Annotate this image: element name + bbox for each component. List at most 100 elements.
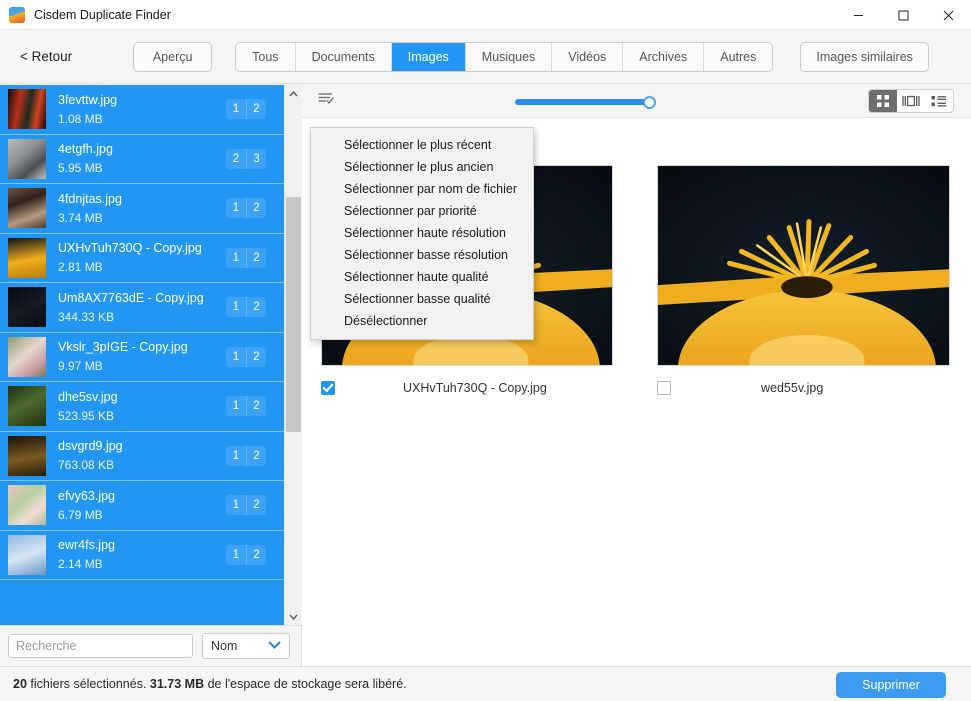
tab-images[interactable]: Images: [392, 43, 466, 71]
file-list-item[interactable]: efvy63.jpg6.79 MB12: [0, 481, 284, 531]
tab-videos[interactable]: Vidéos: [552, 43, 623, 71]
menu-item[interactable]: Sélectionner basse résolution: [311, 244, 533, 266]
minimize-icon[interactable]: [836, 0, 881, 30]
duplicate-count-badge[interactable]: 12: [226, 495, 266, 515]
duplicate-count-badge[interactable]: 12: [226, 347, 266, 367]
count-cell-b: 2: [246, 297, 266, 317]
duplicate-count-badge[interactable]: 23: [226, 149, 266, 169]
file-size: 2.81 MB: [58, 260, 226, 274]
gallery-checkbox[interactable]: [321, 381, 335, 395]
file-meta: Um8AX7763dE - Copy.jpg344.33 KB: [58, 291, 226, 324]
count-cell-b: 2: [246, 347, 266, 367]
chevron-down-icon: [268, 640, 281, 652]
search-input[interactable]: [8, 634, 193, 658]
file-meta: Vkslr_3pIGE - Copy.jpg9.97 MB: [58, 340, 226, 373]
file-size: 9.97 MB: [58, 359, 226, 373]
slider-track: [515, 99, 653, 105]
thumbnail-size-slider[interactable]: [515, 97, 653, 107]
freed-space-label: de l'espace de stockage sera libéré.: [208, 677, 407, 691]
file-thumbnail: [8, 485, 46, 525]
menu-item[interactable]: Sélectionner haute résolution: [311, 222, 533, 244]
selection-dropdown-menu[interactable]: Sélectionner le plus récentSélectionner …: [310, 127, 534, 340]
file-meta: ewr4fs.jpg2.14 MB: [58, 538, 226, 571]
file-list-scrollbar[interactable]: [284, 85, 301, 625]
file-list-item[interactable]: dhe5sv.jpg 523.95 KB12: [0, 382, 284, 432]
menu-item[interactable]: Désélectionner: [311, 310, 533, 332]
file-name: dhe5sv.jpg: [58, 390, 226, 404]
file-list-item[interactable]: Vkslr_3pIGE - Copy.jpg9.97 MB12: [0, 333, 284, 383]
list-view-icon[interactable]: [925, 90, 953, 112]
count-cell-a: 2: [226, 149, 246, 169]
menu-item[interactable]: Sélectionner le plus ancien: [311, 156, 533, 178]
file-list-item[interactable]: 4fdnjtas.jpg3.74 MB12: [0, 184, 284, 234]
file-meta: 4etgfh.jpg5.95 MB: [58, 142, 226, 175]
close-icon[interactable]: [926, 0, 971, 30]
count-cell-a: 1: [226, 198, 246, 218]
maximize-icon[interactable]: [881, 0, 926, 30]
duplicate-count-badge[interactable]: 12: [226, 198, 266, 218]
file-list-item[interactable]: ewr4fs.jpg2.14 MB12: [0, 531, 284, 581]
duplicate-count-badge[interactable]: 12: [226, 545, 266, 565]
file-size: 2.14 MB: [58, 557, 226, 571]
delete-button[interactable]: Supprimer: [836, 672, 946, 698]
file-list-item[interactable]: Um8AX7763dE - Copy.jpg344.33 KB12: [0, 283, 284, 333]
menu-item[interactable]: Sélectionner basse qualité: [311, 288, 533, 310]
grid-view-icon[interactable]: [869, 90, 897, 112]
search-bar: Nom: [0, 625, 302, 666]
file-list-item[interactable]: UXHvTuh730Q - Copy.jpg 2.81 MB12: [0, 234, 284, 284]
file-list-item[interactable]: 4etgfh.jpg5.95 MB23: [0, 135, 284, 185]
count-cell-a: 1: [226, 446, 246, 466]
file-meta: dsvgrd9.jpg763.08 KB: [58, 439, 226, 472]
count-cell-b: 2: [246, 248, 266, 268]
filmstrip-view-icon[interactable]: [897, 90, 925, 112]
freed-size: 31.73 MB: [150, 677, 204, 691]
file-size: 6.79 MB: [58, 508, 226, 522]
file-thumbnail: [8, 535, 46, 575]
file-list-item[interactable]: 3fevttw.jpg1.08 MB12: [0, 85, 284, 135]
scrollbar-thumb[interactable]: [286, 197, 301, 432]
menu-item[interactable]: Sélectionner par nom de fichier: [311, 178, 533, 200]
slider-knob[interactable]: [643, 96, 656, 109]
scroll-up-arrow-icon[interactable]: [285, 85, 302, 102]
file-size: 523.95 KB: [58, 409, 226, 423]
duplicate-count-badge[interactable]: 12: [226, 248, 266, 268]
duplicate-count-badge[interactable]: 12: [226, 396, 266, 416]
file-list-item[interactable]: dsvgrd9.jpg763.08 KB12: [0, 432, 284, 482]
count-cell-b: 2: [246, 99, 266, 119]
list-check-icon[interactable]: [318, 92, 335, 111]
scroll-down-arrow-icon[interactable]: [285, 608, 302, 625]
duplicate-count-badge[interactable]: 12: [226, 297, 266, 317]
tab-autres[interactable]: Autres: [704, 43, 772, 71]
count-cell-b: 2: [246, 446, 266, 466]
back-button[interactable]: < Retour: [20, 49, 72, 64]
status-bar: 20 fichiers sélectionnés. 31.73 MB de l'…: [0, 666, 971, 701]
window-controls: [836, 0, 971, 30]
menu-item[interactable]: Sélectionner le plus récent: [311, 134, 533, 156]
file-name: 4fdnjtas.jpg: [58, 192, 226, 206]
file-list[interactable]: 3fevttw.jpg1.08 MB124etgfh.jpg5.95 MB234…: [0, 85, 284, 625]
tab-documents[interactable]: Documents: [296, 43, 392, 71]
menu-item[interactable]: Sélectionner haute qualité: [311, 266, 533, 288]
sort-dropdown[interactable]: Nom: [202, 633, 290, 659]
gallery-caption-row: wed55v.jpg: [657, 381, 950, 395]
gallery-item[interactable]: wed55v.jpg: [657, 165, 950, 366]
count-cell-b: 2: [246, 198, 266, 218]
content-toolbar: [302, 85, 971, 118]
view-mode-group: [868, 89, 954, 113]
image-thumbnail[interactable]: [657, 165, 950, 366]
preview-button[interactable]: Aperçu: [133, 42, 212, 72]
gallery-checkbox[interactable]: [657, 381, 671, 395]
duplicate-count-badge[interactable]: 12: [226, 99, 266, 119]
menu-item[interactable]: Sélectionner par priorité: [311, 200, 533, 222]
count-cell-a: 1: [226, 545, 246, 565]
file-size: 1.08 MB: [58, 112, 226, 126]
tab-archives[interactable]: Archives: [623, 43, 704, 71]
gallery-caption: UXHvTuh730Q - Copy.jpg: [403, 381, 547, 395]
tab-tous[interactable]: Tous: [236, 43, 295, 71]
duplicate-count-badge[interactable]: 12: [226, 446, 266, 466]
tab-musiques[interactable]: Musiques: [466, 43, 553, 71]
file-name: UXHvTuh730Q - Copy.jpg: [58, 241, 226, 255]
file-size: 763.08 KB: [58, 458, 226, 472]
similar-images-button[interactable]: Images similaires: [800, 42, 929, 72]
count-cell-a: 1: [226, 396, 246, 416]
